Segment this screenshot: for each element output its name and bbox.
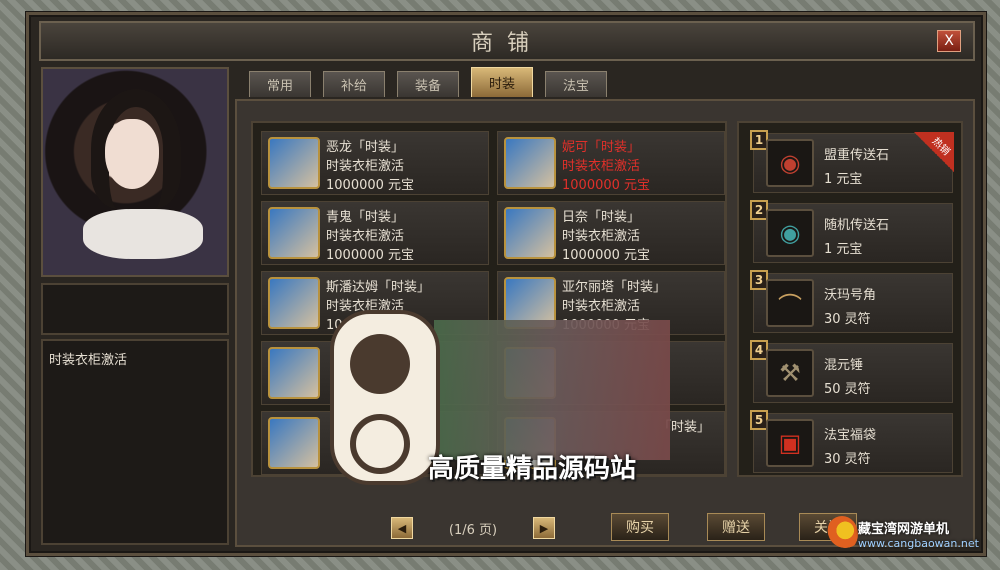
shop-item[interactable]: 日奈「时装」 时装衣柜激活 1000000 元宝: [497, 201, 725, 265]
fashion-icon: [504, 137, 556, 189]
item-price: 1000000 元宝: [562, 178, 651, 193]
item-name-box: [41, 283, 229, 335]
hot-item[interactable]: 4 ⚒ 混元锤 50 灵符: [750, 340, 953, 403]
item-desc: 时装衣柜激活: [562, 229, 641, 244]
hot-item-name: 沃玛号角: [824, 288, 877, 303]
fashion-icon: [268, 417, 320, 469]
hot-item-name: 混元锤: [824, 358, 864, 373]
hammer-icon: ⚒: [766, 349, 814, 397]
item-description: 时装衣柜激活: [49, 353, 128, 368]
hot-item[interactable]: 3 ⌒ 沃玛号角 30 灵符: [750, 270, 953, 333]
item-desc: 时装衣柜激活: [326, 159, 405, 174]
dpad-icon: [350, 334, 410, 394]
item-description-box: 时装衣柜激活: [41, 339, 229, 545]
gamepad-watermark-icon: [330, 310, 440, 485]
item-desc: 时装衣柜激活: [326, 229, 405, 244]
buy-button[interactable]: 购买: [611, 513, 669, 541]
horn-icon: ⌒: [766, 279, 814, 327]
blurred-region: [434, 320, 670, 460]
shop-item[interactable]: 恶龙「时装」 时装衣柜激活 1000000 元宝: [261, 131, 489, 195]
hot-sale-label: 热销: [929, 135, 952, 158]
window-title: 商铺: [470, 31, 543, 56]
site-logo-icon: [826, 516, 858, 552]
hot-item-name: 随机传送石: [824, 218, 890, 233]
portrait-face: [105, 119, 159, 189]
item-name: 妮可「时装」: [562, 140, 641, 155]
fashion-icon: [268, 207, 320, 259]
pagination: ◀ (1/6 页) ▶: [391, 517, 555, 539]
watermark-text: 高质量精品源码站: [428, 454, 637, 484]
fashion-icon: [268, 347, 320, 399]
gift-box-icon: ▣: [766, 419, 814, 467]
shop-item[interactable]: 妮可「时装」 时装衣柜激活 1000000 元宝: [497, 131, 725, 195]
fashion-icon: [268, 137, 320, 189]
item-name: 青鬼「时装」: [326, 210, 405, 225]
tab-treasure[interactable]: 法宝: [545, 71, 607, 97]
item-price: 1000000 元宝: [562, 248, 651, 263]
site-name: 藏宝湾网游单机: [858, 522, 950, 537]
swirl-stone-icon: ◉: [766, 209, 814, 257]
close-icon[interactable]: X: [937, 30, 961, 52]
character-portrait: [41, 67, 229, 277]
hot-item[interactable]: 5 ▣ 法宝福袋 30 灵符: [750, 410, 953, 473]
shop-item[interactable]: 青鬼「时装」 时装衣柜激活 1000000 元宝: [261, 201, 489, 265]
tab-supply[interactable]: 补给: [323, 71, 385, 97]
portrait-fur: [83, 209, 203, 259]
title-bar[interactable]: 商铺 X: [39, 21, 975, 61]
tab-fashion[interactable]: 时装: [471, 67, 533, 97]
tab-common[interactable]: 常用: [249, 71, 311, 97]
item-desc: 时装衣柜激活: [562, 159, 641, 174]
hot-item-price: 50 灵符: [824, 382, 871, 397]
site-watermark: 藏宝湾网游单机 www.cangbaowan.net: [858, 518, 979, 550]
gift-button[interactable]: 赠送: [707, 513, 765, 541]
tab-equipment[interactable]: 装备: [397, 71, 459, 97]
item-name: 斯潘达姆「时装」: [326, 280, 431, 295]
hot-item-name: 盟重传送石: [824, 148, 890, 163]
item-name: 日奈「时装」: [562, 210, 641, 225]
item-desc: 时装衣柜激活: [562, 299, 641, 314]
hot-item-name: 法宝福袋: [824, 428, 877, 443]
hot-item[interactable]: 2 ◉ 随机传送石 1 元宝: [750, 200, 953, 263]
fashion-icon: [268, 277, 320, 329]
hot-item-price: 1 元宝: [824, 172, 863, 187]
hot-item-price: 30 灵符: [824, 452, 871, 467]
hot-item[interactable]: 1 ◉ 盟重传送石 1 元宝 热销: [750, 130, 954, 193]
site-url: www.cangbaowan.net: [858, 537, 979, 550]
buttons-icon: [350, 414, 410, 474]
hot-sale-badge: 热销: [914, 132, 954, 172]
page-indicator: (1/6 页): [448, 522, 498, 538]
item-price: 1000000 元宝: [326, 178, 415, 193]
prev-page-icon[interactable]: ◀: [391, 517, 413, 539]
swirl-stone-icon: ◉: [766, 139, 814, 187]
hot-item-price: 30 灵符: [824, 312, 871, 327]
hot-item-price: 1 元宝: [824, 242, 863, 257]
item-price: 1000000 元宝: [326, 248, 415, 263]
next-page-icon[interactable]: ▶: [533, 517, 555, 539]
item-name: 亚尔丽塔「时装」: [562, 280, 667, 295]
item-name: 恶龙「时装」: [326, 140, 405, 155]
category-tabs: 常用 补给 装备 时装 法宝: [249, 67, 607, 97]
hot-items-panel: 1 ◉ 盟重传送石 1 元宝 热销 2 ◉ 随机传送石 1 元宝 3 ⌒ 沃玛号…: [737, 121, 963, 477]
fashion-icon: [504, 207, 556, 259]
